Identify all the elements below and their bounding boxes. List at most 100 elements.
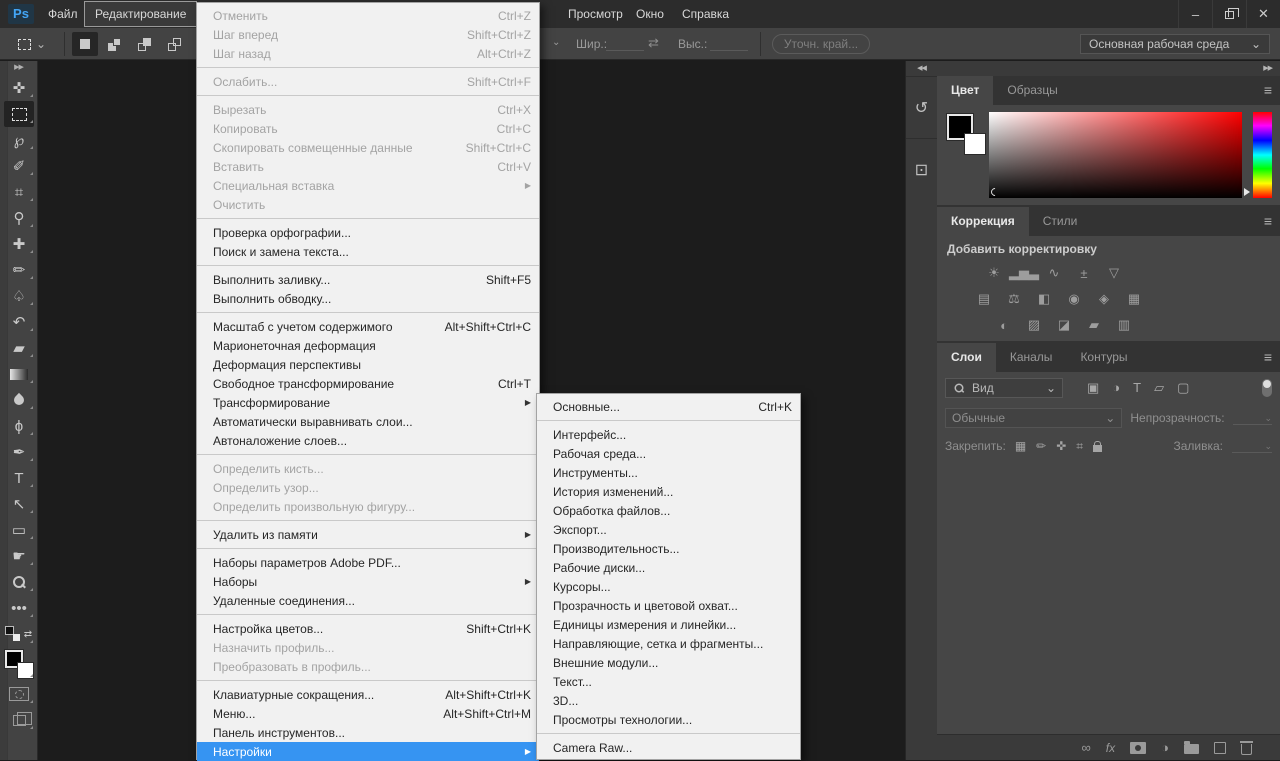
menu-item[interactable]: Camera Raw... <box>537 738 800 757</box>
hand-tool[interactable]: ☛ <box>0 543 38 569</box>
hue-saturation-icon[interactable]: ▤ <box>975 291 993 307</box>
layer-filter-toggle[interactable] <box>1262 379 1272 397</box>
opacity-input[interactable]: ⌄ <box>1233 411 1272 425</box>
menu-item[interactable]: Ослабить...Shift+Ctrl+F <box>197 72 539 91</box>
rectangular-marquee-tool[interactable] <box>0 101 38 127</box>
workspace-selector[interactable]: Основная рабочая среда ⌄ <box>1080 34 1270 54</box>
crop-tool[interactable]: ⌗ <box>0 179 38 205</box>
menu-item[interactable]: Деформация перспективы <box>197 355 539 374</box>
gradient-tool[interactable] <box>0 361 38 387</box>
menu-item[interactable]: Направляющие, сетка и фрагменты... <box>537 634 800 653</box>
tab-adjustments[interactable]: Коррекция <box>937 207 1029 236</box>
width-input[interactable] <box>606 36 644 51</box>
menu-item[interactable]: Удалить из памяти▶ <box>197 525 539 544</box>
hue-slider[interactable] <box>1253 112 1272 198</box>
tab-channels[interactable]: Каналы <box>996 343 1067 372</box>
menu-item[interactable]: Проверка орфографии... <box>197 223 539 242</box>
menu-item[interactable]: Марионеточная деформация <box>197 336 539 355</box>
menu-item[interactable]: Определить кисть... <box>197 459 539 478</box>
clone-stamp-tool[interactable]: ♤ <box>0 283 38 309</box>
eyedropper-tool[interactable]: ⚲ <box>0 205 38 231</box>
saturation-brightness-field[interactable] <box>989 112 1242 198</box>
height-input[interactable] <box>710 36 748 51</box>
curves-icon[interactable]: ∿ <box>1045 265 1063 281</box>
subtract-from-selection-mode-button[interactable] <box>132 32 158 56</box>
menu-item[interactable]: Шаг впередShift+Ctrl+Z <box>197 25 539 44</box>
add-layer-mask-icon[interactable] <box>1130 742 1146 754</box>
menu-item[interactable]: Очистить <box>197 195 539 214</box>
selective-color-icon[interactable]: ▥ <box>1115 317 1133 333</box>
dodge-tool[interactable]: ϕ <box>0 413 38 439</box>
lock-artboard-icon[interactable]: ⌗ <box>1076 439 1083 454</box>
menu-item[interactable]: Преобразовать в профиль... <box>197 657 539 676</box>
menu-item[interactable]: Удаленные соединения... <box>197 591 539 610</box>
quick-selection-tool[interactable]: ✐ <box>0 153 38 179</box>
menubar-help[interactable]: Справка <box>672 0 739 28</box>
delete-layer-icon[interactable] <box>1241 744 1252 755</box>
new-group-icon[interactable] <box>1184 744 1199 754</box>
menu-item[interactable]: Выполнить заливку...Shift+F5 <box>197 270 539 289</box>
menu-item[interactable]: ВставитьCtrl+V <box>197 157 539 176</box>
minimize-button[interactable]: – <box>1178 0 1212 28</box>
channel-mixer-icon[interactable]: ◈ <box>1095 291 1113 307</box>
tool-preset-picker[interactable]: ⌄ <box>8 33 56 55</box>
panels-collapse-icon[interactable]: ▶▶ <box>937 61 1280 76</box>
menu-item[interactable]: ВырезатьCtrl+X <box>197 100 539 119</box>
tab-styles[interactable]: Стили <box>1029 207 1092 236</box>
tab-swatches[interactable]: Образцы <box>993 76 1071 105</box>
menu-item[interactable]: 3D... <box>537 691 800 710</box>
filter-adjustment-layers-icon[interactable]: ◑ <box>1112 380 1120 396</box>
foreground-background-swatches[interactable] <box>0 647 38 681</box>
menu-item[interactable]: Прозрачность и цветовой охват... <box>537 596 800 615</box>
menu-item[interactable]: Рабочая среда... <box>537 444 800 463</box>
menu-item[interactable]: Единицы измерения и линейки... <box>537 615 800 634</box>
menubar-file[interactable]: Файл <box>38 0 88 28</box>
menubar-edit[interactable]: Редактирование <box>84 1 197 27</box>
lock-all-icon[interactable] <box>1093 445 1102 452</box>
menu-item[interactable]: Автоналожение слоев... <box>197 431 539 450</box>
levels-icon[interactable]: ▂▅▃ <box>1015 265 1033 281</box>
photo-filter-icon[interactable]: ◉ <box>1065 291 1083 307</box>
menu-item[interactable]: Основные...Ctrl+K <box>537 397 800 416</box>
menu-item[interactable]: Выполнить обводку... <box>197 289 539 308</box>
menu-item[interactable]: Скопировать совмещенные данныеShift+Ctrl… <box>197 138 539 157</box>
panel-menu-icon[interactable]: ≡ <box>1264 76 1272 105</box>
menu-item[interactable]: Курсоры... <box>537 577 800 596</box>
posterize-icon[interactable]: ▨ <box>1025 317 1043 333</box>
layer-effects-icon[interactable]: fx <box>1106 741 1115 755</box>
new-layer-icon[interactable] <box>1214 742 1226 754</box>
menu-item[interactable]: Назначить профиль... <box>197 638 539 657</box>
rectangle-tool[interactable]: ▭ <box>0 517 38 543</box>
path-selection-tool[interactable]: ↖ <box>0 491 38 517</box>
link-layers-icon[interactable]: ∞ <box>1082 740 1091 755</box>
blur-tool[interactable] <box>0 387 38 413</box>
pen-tool[interactable]: ✒ <box>0 439 38 465</box>
menu-item[interactable]: Просмотры технологии... <box>537 710 800 729</box>
background-color[interactable] <box>18 663 33 678</box>
menu-item[interactable]: Панель инструментов... <box>197 723 539 742</box>
screen-mode-button[interactable] <box>0 707 38 733</box>
intersect-selection-mode-button[interactable] <box>162 32 188 56</box>
filter-pixel-layers-icon[interactable]: ▣ <box>1087 380 1099 396</box>
brightness-contrast-icon[interactable]: ☀ <box>985 265 1003 281</box>
menu-item[interactable]: Внешние модули... <box>537 653 800 672</box>
fill-input[interactable]: ⌄ <box>1232 439 1272 453</box>
filter-shape-layers-icon[interactable]: ▱ <box>1154 380 1164 396</box>
panel-menu-icon[interactable]: ≡ <box>1264 343 1272 372</box>
history-panel-button[interactable]: ↺ <box>906 76 937 138</box>
lasso-tool[interactable]: ℘ <box>0 127 38 153</box>
close-button[interactable]: ✕ <box>1246 0 1280 28</box>
swap-dimensions-icon[interactable]: ⇄ <box>648 35 659 51</box>
brush-tool[interactable]: ✏ <box>0 257 38 283</box>
menu-item[interactable]: Масштаб с учетом содержимогоAlt+Shift+Ct… <box>197 317 539 336</box>
black-white-icon[interactable]: ◧ <box>1035 291 1053 307</box>
menu-item[interactable]: Текст... <box>537 672 800 691</box>
eraser-tool[interactable]: ▰ <box>0 335 38 361</box>
menu-item[interactable]: Настройки▶ <box>197 742 539 761</box>
gradient-map-icon[interactable]: ▰ <box>1085 317 1103 333</box>
add-to-selection-mode-button[interactable] <box>102 32 128 56</box>
layer-filter-type-select[interactable]: Вид ⌄ <box>945 378 1063 398</box>
threshold-icon[interactable]: ◪ <box>1055 317 1073 333</box>
menu-item[interactable]: Определить узор... <box>197 478 539 497</box>
new-adjustment-layer-icon[interactable]: ◑ <box>1161 740 1169 755</box>
